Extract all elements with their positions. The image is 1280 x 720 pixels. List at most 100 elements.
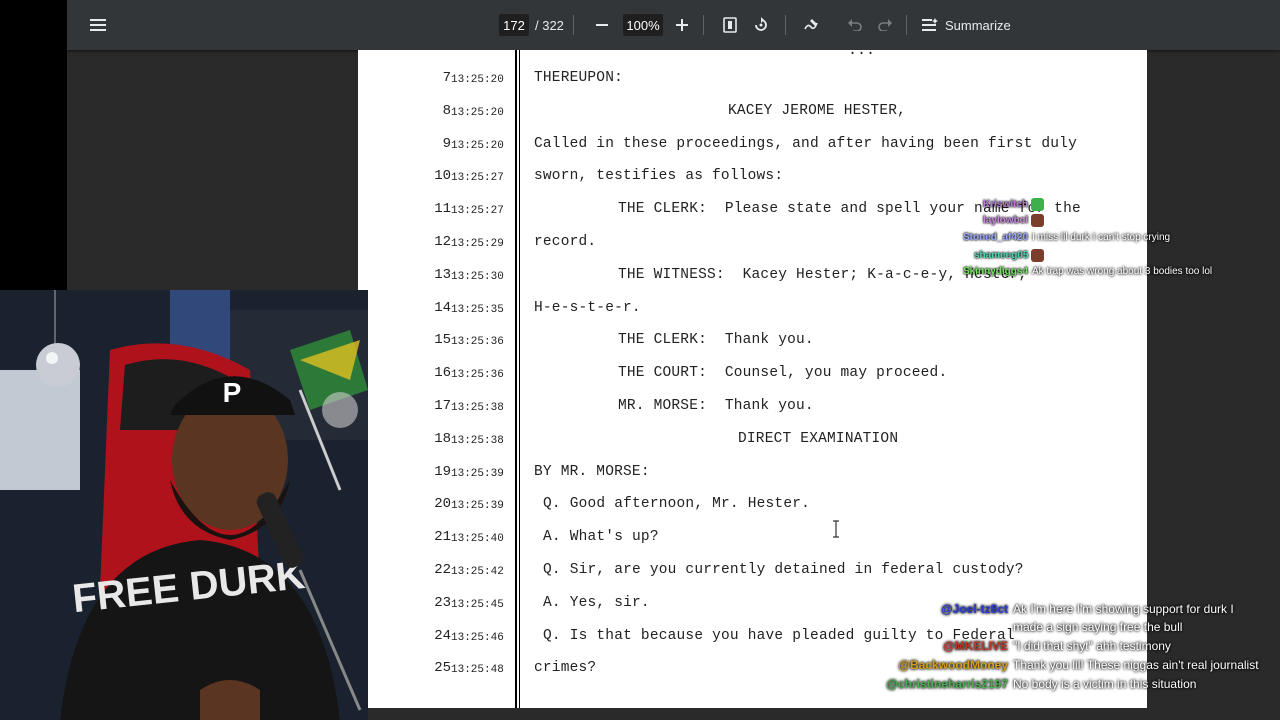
line-text: DIRECT EXAMINATION bbox=[738, 430, 899, 447]
line-number: 24 bbox=[434, 627, 451, 644]
line-text: record. bbox=[534, 234, 597, 250]
line-text: A. What's up? bbox=[543, 529, 659, 546]
line-text: KACEY JEROME HESTER, bbox=[728, 102, 907, 119]
fit-to-page-button[interactable] bbox=[719, 0, 741, 50]
chat-username: Skinnydiggs4 bbox=[963, 266, 1029, 277]
text-cursor-icon bbox=[833, 520, 839, 538]
chat-username: @MKELIVE bbox=[942, 639, 1008, 653]
line-timestamp: 13:25:45 bbox=[451, 598, 504, 611]
line-timestamp: 13:25:36 bbox=[451, 369, 504, 382]
transcript-line: 16 13:25:36 THE COURT: Counsel, you may pr… bbox=[358, 357, 1147, 390]
zoom-level-input[interactable]: 100% bbox=[623, 14, 663, 36]
chat-username: Kriswitch bbox=[983, 199, 1029, 210]
zoom-out-button[interactable] bbox=[591, 0, 613, 50]
page-number-input[interactable]: 172 bbox=[499, 14, 529, 36]
chat-text: "I did that shyt" ahh testimony bbox=[1013, 639, 1171, 653]
chat-username: Stoned_af420 bbox=[963, 232, 1029, 243]
chat-text: No body is a victim in this situation bbox=[1013, 677, 1197, 691]
line-timestamp: 13:25:48 bbox=[451, 664, 504, 677]
pdf-toolbar: 172 / 322 100% Summarize bbox=[67, 0, 1280, 50]
chat-message: Kriswitch bbox=[983, 198, 1045, 211]
toolbar-divider bbox=[703, 15, 704, 35]
webcam-illustration: P FREE DURK bbox=[0, 290, 368, 720]
hamburger-menu-icon bbox=[90, 19, 106, 31]
line-text: THEREUPON: bbox=[534, 70, 624, 86]
undo-icon bbox=[848, 19, 862, 31]
transcript-line: 20 13:25:39 Q. Good afternoon, Mr. Hester. bbox=[358, 488, 1147, 521]
zoom-in-button[interactable] bbox=[671, 0, 693, 50]
cap-letter: P bbox=[223, 377, 242, 408]
line-text: sworn, testifies as follows: bbox=[534, 168, 784, 185]
line-number: 18 bbox=[434, 430, 451, 447]
transcript-line: 19 13:25:39 BY MR. MORSE: bbox=[358, 456, 1147, 489]
undo-button[interactable] bbox=[844, 0, 866, 50]
transcript-line: 15 13:25:36 THE CLERK: Thank you. bbox=[358, 324, 1147, 357]
line-text: MR. MORSE: Thank you. bbox=[618, 398, 814, 414]
line-number: 12 bbox=[434, 234, 451, 250]
line-number: 15 bbox=[434, 332, 451, 349]
chat-message: laylowbcl bbox=[983, 214, 1045, 227]
line-timestamp: 13:25:30 bbox=[451, 270, 504, 283]
line-number: 14 bbox=[434, 299, 451, 316]
chat-text: Thank you lil! These niggas ain't real j… bbox=[1013, 658, 1259, 672]
chat-username: @christineharris2197 bbox=[886, 677, 1008, 691]
transcript-line: 18 13:25:38 DIRECT EXAMINATION bbox=[358, 423, 1147, 456]
toolbar-divider bbox=[906, 15, 907, 35]
line-timestamp: 13:25:46 bbox=[451, 631, 504, 644]
line-text: crimes? bbox=[534, 660, 597, 677]
chat-message: shameeg05 bbox=[974, 249, 1045, 262]
redo-icon bbox=[878, 19, 892, 31]
line-number: 19 bbox=[434, 463, 451, 480]
line-number: 17 bbox=[434, 398, 451, 414]
line-timestamp: 13:25:40 bbox=[451, 533, 504, 546]
line-timestamp: 13:25:29 bbox=[451, 238, 504, 250]
pen-icon bbox=[804, 19, 818, 30]
line-number: 13 bbox=[434, 266, 451, 283]
summarize-label: Summarize bbox=[945, 17, 1011, 33]
transcript-line: 17 13:25:38 MR. MORSE: Thank you. bbox=[358, 390, 1147, 423]
menu-button[interactable] bbox=[85, 0, 111, 50]
chat-username: laylowbcl bbox=[983, 215, 1029, 226]
chat-text: I miss lil durk I can't stop crying bbox=[1032, 232, 1171, 243]
line-timestamp: 13:25:27 bbox=[451, 205, 504, 218]
chat-username: @Joel-tz8ct bbox=[940, 602, 1008, 616]
plus-icon bbox=[676, 19, 688, 31]
line-number: 10 bbox=[434, 168, 451, 185]
line-number: 16 bbox=[434, 365, 451, 382]
chat-text: Ak trap was wrong about 3 bodies too lol bbox=[1032, 266, 1213, 277]
line-timestamp: 13:25:38 bbox=[451, 434, 504, 447]
chat-username: shameeg05 bbox=[974, 250, 1029, 261]
redo-button[interactable] bbox=[874, 0, 896, 50]
line-number: 11 bbox=[434, 201, 451, 218]
line-text: H-e-s-t-e-r. bbox=[534, 299, 641, 316]
partial-line-text: ... bbox=[848, 50, 876, 59]
transcript-line: 22 13:25:42 Q. Sir, are you currently deta… bbox=[358, 554, 1147, 587]
line-timestamp: 13:25:20 bbox=[451, 74, 504, 86]
line-timestamp: 13:25:20 bbox=[451, 106, 504, 119]
line-text: Called in these proceedings, and after h… bbox=[534, 135, 1077, 152]
line-timestamp: 13:25:39 bbox=[451, 467, 504, 480]
transcript-line: 21 13:25:40 A. What's up? bbox=[358, 521, 1147, 554]
line-timestamp: 13:25:39 bbox=[451, 500, 504, 513]
line-number: 22 bbox=[434, 562, 451, 578]
line-number: 8 bbox=[442, 102, 451, 119]
line-number: 7 bbox=[442, 70, 451, 86]
rotate-icon bbox=[755, 17, 767, 31]
line-timestamp: 13:25:42 bbox=[451, 566, 504, 578]
chat-text: made a sign saying free the bull bbox=[1013, 620, 1183, 634]
chat-emote-icon bbox=[1031, 214, 1045, 227]
chat-username: @BackwoodMoney bbox=[898, 658, 1008, 672]
line-number: 25 bbox=[434, 660, 451, 677]
line-timestamp: 13:25:38 bbox=[451, 402, 504, 414]
transcript-line: 9 13:25:20 Called in these proceedings, an… bbox=[358, 128, 1147, 161]
fit-page-icon bbox=[723, 17, 737, 33]
rotate-button[interactable] bbox=[750, 0, 772, 50]
line-timestamp: 13:25:35 bbox=[451, 303, 504, 316]
transcript-line: 7 13:25:20 THEREUPON: bbox=[358, 62, 1147, 95]
annotate-button[interactable] bbox=[800, 0, 822, 50]
summarize-button[interactable]: Summarize bbox=[922, 0, 1011, 50]
chat-message: Stoned_af420 I miss lil durk I can't stop… bbox=[963, 232, 1170, 243]
line-timestamp: 13:25:20 bbox=[451, 139, 504, 152]
minus-icon bbox=[596, 24, 608, 26]
chat-message: Skinnydiggs4 Ak trap was wrong about 3 bo… bbox=[963, 266, 1212, 277]
